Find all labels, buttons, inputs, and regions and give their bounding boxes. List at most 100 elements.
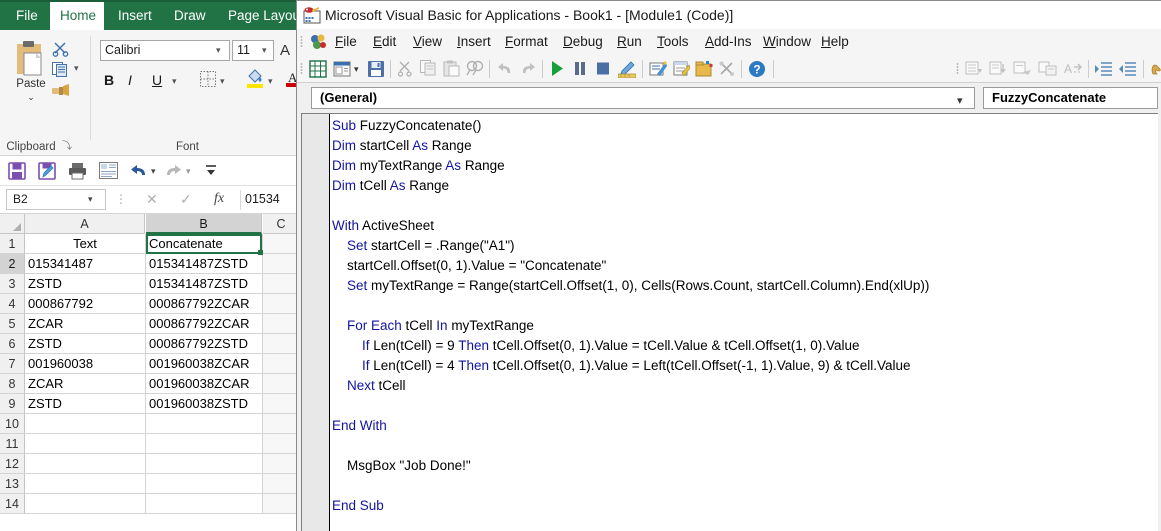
cell-B9[interactable]: 001960038ZSTD (146, 394, 263, 414)
column-header-B[interactable]: B (146, 214, 262, 234)
design-mode-icon[interactable] (618, 60, 636, 78)
cell-A11[interactable] (25, 434, 146, 454)
insert-function-button[interactable]: fx (214, 191, 224, 207)
borders-icon[interactable] (200, 71, 216, 87)
cell-B8[interactable]: 001960038ZCAR (146, 374, 263, 394)
object-browser-icon[interactable] (695, 60, 713, 78)
cell-A5[interactable]: ZCAR (25, 314, 146, 334)
cell-C14[interactable] (263, 494, 300, 514)
row-header-8[interactable]: 8 (0, 374, 25, 394)
row-header-9[interactable]: 9 (0, 394, 25, 414)
toolbar2-drag-handle[interactable] (956, 62, 959, 76)
font-name-input[interactable]: Calibri (100, 40, 230, 61)
redo-icon[interactable] (164, 162, 182, 178)
insert-userform-icon[interactable] (333, 60, 351, 78)
insert-dropdown-caret[interactable]: ▾ (354, 64, 359, 75)
fill-color-caret[interactable]: ▾ (268, 76, 273, 87)
row-header-2[interactable]: 2 (0, 254, 25, 274)
code-margin-indicator-bar[interactable] (302, 114, 330, 531)
save-as-icon[interactable] (38, 162, 56, 180)
cancel-formula-button[interactable]: ✕ (146, 191, 158, 208)
cell-A10[interactable] (25, 414, 146, 434)
row-header-11[interactable]: 11 (0, 434, 25, 454)
redo-icon[interactable] (519, 60, 537, 76)
copy-icon[interactable] (420, 60, 437, 76)
run-icon[interactable] (549, 60, 565, 77)
vba-menu-window[interactable]: Window (763, 29, 811, 55)
select-all-corner[interactable] (0, 214, 25, 234)
paintbrush-icon[interactable] (51, 82, 70, 98)
procedure-combo[interactable]: FuzzyConcatenate (983, 87, 1158, 109)
cell-B14[interactable] (146, 494, 263, 514)
row-header-3[interactable]: 3 (0, 274, 25, 294)
font-size-caret[interactable]: ▾ (262, 45, 267, 56)
vba-menu-edit[interactable]: Edit (373, 29, 396, 55)
vba-code-text[interactable]: Sub FuzzyConcatenate() Dim startCell As R… (332, 116, 1158, 531)
font-name-caret[interactable]: ▾ (216, 45, 221, 56)
vba-menu-view[interactable]: View (413, 29, 442, 55)
complete-word-icon[interactable]: A (1063, 60, 1083, 77)
print-preview-icon[interactable] (99, 162, 118, 179)
clipboard-dialog-launcher[interactable]: ⤵ (62, 137, 72, 152)
save-icon[interactable] (8, 162, 26, 180)
vba-menu-add-ins[interactable]: Add-Ins (705, 29, 752, 55)
menu-drag-handle[interactable] (300, 35, 303, 49)
cell-C7[interactable] (263, 354, 300, 374)
save-icon[interactable] (367, 60, 385, 78)
scissors-icon[interactable] (52, 40, 69, 57)
parameter-info-icon[interactable] (1038, 60, 1058, 77)
cell-B2[interactable]: 015341487ZSTD (146, 254, 263, 274)
row-header-12[interactable]: 12 (0, 454, 25, 474)
properties-window-icon[interactable] (672, 60, 690, 78)
cut-icon[interactable] (397, 60, 413, 77)
cell-B6[interactable]: 000867792ZSTD (146, 334, 263, 354)
find-icon[interactable] (466, 60, 484, 77)
row-header-5[interactable]: 5 (0, 314, 25, 334)
undo-caret[interactable]: ▾ (151, 166, 156, 177)
ribbon-tab-insert[interactable]: Insert (108, 2, 160, 30)
row-header-10[interactable]: 10 (0, 414, 25, 434)
reset-icon[interactable] (595, 60, 611, 77)
vba-menu-insert[interactable]: Insert (457, 29, 491, 55)
column-header-C[interactable]: C (263, 214, 300, 234)
cell-A2[interactable]: 015341487 (25, 254, 146, 274)
cell-B4[interactable]: 000867792ZCAR (146, 294, 263, 314)
enter-formula-button[interactable]: ✓ (180, 191, 192, 208)
row-header-1[interactable]: 1 (0, 234, 25, 254)
ribbon-tab-file[interactable]: File (6, 2, 46, 30)
cell-A7[interactable]: 001960038 (25, 354, 146, 374)
cell-B10[interactable] (146, 414, 263, 434)
object-combo[interactable]: (General) (311, 87, 975, 109)
cell-A13[interactable] (25, 474, 146, 494)
paste-icon[interactable] (14, 40, 48, 78)
vba-menu-run[interactable]: Run (617, 29, 642, 55)
cell-A12[interactable] (25, 454, 146, 474)
toolbar-drag-handle[interactable] (300, 62, 303, 76)
row-header-7[interactable]: 7 (0, 354, 25, 374)
help-icon[interactable]: ? (748, 60, 766, 78)
cell-A1[interactable]: Text (25, 234, 146, 254)
cell-A8[interactable]: ZCAR (25, 374, 146, 394)
toggle-breakpoint-icon[interactable] (1149, 60, 1161, 77)
cell-A3[interactable]: ZSTD (25, 274, 146, 294)
copy-dropdown-caret[interactable]: ▾ (74, 63, 79, 74)
cell-C2[interactable] (263, 254, 300, 274)
redo-caret[interactable]: ▾ (186, 166, 191, 177)
vba-menu-help[interactable]: Help (821, 29, 849, 55)
print-icon[interactable] (68, 162, 87, 180)
cell-C13[interactable] (263, 474, 300, 494)
view-excel-icon[interactable] (309, 60, 327, 78)
cell-C1[interactable] (263, 234, 300, 254)
ribbon-tab-home[interactable]: Home (50, 2, 104, 30)
row-header-4[interactable]: 4 (0, 294, 25, 314)
outdent-icon[interactable] (1119, 60, 1137, 77)
italic-button[interactable]: I (128, 72, 132, 88)
cell-B1[interactable]: Concatenate (146, 234, 263, 254)
vba-menu-file[interactable]: File (335, 29, 357, 55)
cell-A9[interactable]: ZSTD (25, 394, 146, 414)
underline-button[interactable]: U (152, 72, 162, 88)
quick-info-icon[interactable] (1013, 60, 1033, 77)
object-combo-caret[interactable]: ▾ (957, 94, 963, 107)
cell-C5[interactable] (263, 314, 300, 334)
column-header-A[interactable]: A (25, 214, 145, 234)
